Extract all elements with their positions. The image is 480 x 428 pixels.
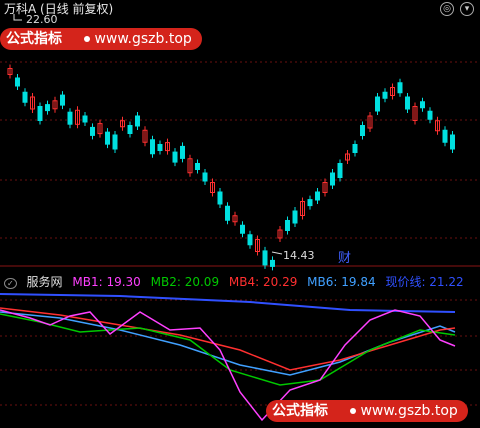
watermark-top: 公式指标 www.gszb.top: [0, 28, 202, 50]
indicator-name: 服务网: [26, 275, 63, 289]
watermark-bottom: 公式指标 www.gszb.top: [266, 400, 468, 422]
mb4-value: MB4: 20.29: [228, 275, 298, 289]
chart-canvas: 22.60 14.43 财: [0, 13, 480, 422]
indicator-legend: ✓ 服务网 MB1: 19.30 MB2: 20.09 MB4: 20.29 M…: [4, 273, 470, 290]
mb2-value: MB2: 20.09: [150, 275, 220, 289]
indicator-toggle-icon[interactable]: ✓: [4, 278, 17, 289]
line-value: 现价线: 21.22: [385, 275, 464, 289]
low-label: 14.43: [283, 249, 315, 262]
high-label: 22.60: [26, 13, 58, 26]
finance-marker: 财: [338, 251, 351, 266]
mb1-value: MB1: 19.30: [72, 275, 141, 289]
mb6-value: MB6: 19.84: [307, 275, 376, 289]
